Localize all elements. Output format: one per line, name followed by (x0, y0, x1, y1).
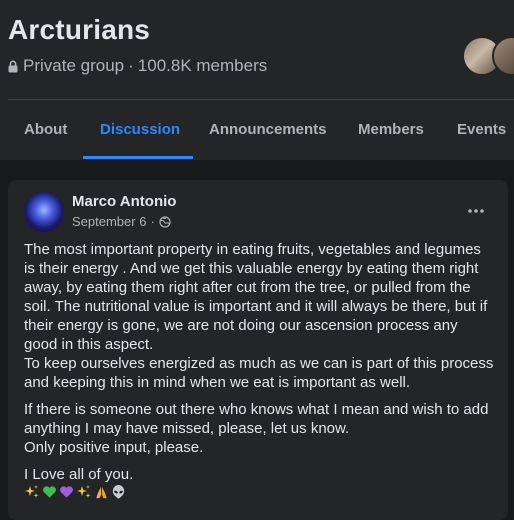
tab-events[interactable]: Events (457, 100, 506, 160)
group-title[interactable]: Arcturians (8, 14, 150, 46)
tab-members[interactable]: Members (358, 100, 424, 160)
purple-heart-icon (60, 486, 73, 498)
sparkles-icon (25, 485, 39, 498)
avatar[interactable] (24, 192, 64, 232)
active-tab-indicator (83, 156, 193, 159)
post-body: The most important property in eating fr… (24, 240, 494, 484)
meta-separator: · (128, 56, 134, 75)
post-paragraph: The most important property in eating fr… (24, 241, 494, 391)
member-avatars[interactable] (462, 36, 514, 74)
alien-icon (112, 484, 125, 499)
more-options-icon[interactable] (466, 201, 486, 221)
folded-hands-icon (96, 486, 107, 498)
emoji-row (24, 484, 126, 500)
tab-discussion[interactable]: Discussion (100, 100, 180, 160)
post-meta: September 6 · (72, 214, 171, 229)
member-count[interactable]: 100.8K members (138, 56, 267, 76)
sparkles-icon (77, 485, 91, 498)
group-meta: Private group · 100.8K members (8, 56, 267, 76)
post-card: Marco Antonio September 6 · The most imp… (8, 180, 508, 520)
globe-icon (159, 215, 171, 228)
post-date[interactable]: September 6 (72, 214, 146, 229)
tab-about[interactable]: About (24, 100, 67, 160)
green-heart-icon (43, 486, 56, 498)
privacy-label: Private group (23, 56, 125, 75)
lock-icon (8, 60, 18, 72)
post-paragraph: If there is someone out there who knows … (24, 401, 489, 456)
date-separator: · (150, 214, 155, 229)
post-paragraph: I Love all of you. (24, 466, 134, 483)
group-tabs: About Discussion Announcements Members E… (0, 100, 514, 160)
post-author[interactable]: Marco Antonio (72, 193, 176, 210)
tab-announcements[interactable]: Announcements (209, 100, 327, 160)
